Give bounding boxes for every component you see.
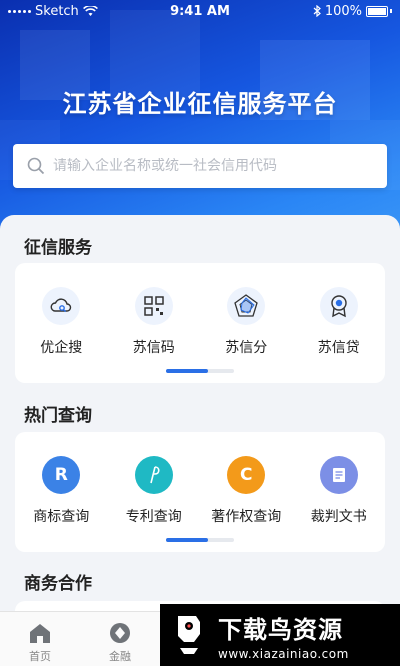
tab-label: 金融	[109, 650, 131, 663]
battery-percent: 100%	[324, 3, 362, 19]
main-content: 征信服务 优企搜 苏信码 苏信分 苏信贷 热门查询 R 商标查询 专利查询 C …	[0, 215, 400, 615]
copyright-icon: C	[227, 456, 266, 494]
trademark-icon: R	[42, 456, 81, 494]
search-input[interactable]	[53, 158, 373, 174]
bird-logo-icon	[178, 616, 200, 654]
search-bar[interactable]	[13, 144, 387, 188]
qr-code-icon	[134, 287, 173, 325]
battery-icon	[366, 5, 388, 17]
battery-cap	[390, 9, 392, 13]
watermark-url: www.xiazainiao.com	[218, 646, 349, 661]
query-item-label: 裁判文书	[310, 509, 367, 525]
radar-chart-icon	[227, 287, 266, 325]
service-item-suxinfen[interactable]: 苏信分	[200, 287, 293, 357]
finance-icon	[110, 623, 130, 643]
document-icon	[319, 456, 358, 494]
watermark-title: 下载鸟资源	[218, 615, 343, 644]
service-item-youqisou[interactable]: 优企搜	[15, 287, 108, 357]
bluetooth-icon	[313, 5, 321, 17]
app-title: 江苏省企业征信服务平台	[62, 90, 338, 118]
query-item-trademark[interactable]: R 商标查询	[15, 456, 108, 526]
service-item-suxinma[interactable]: 苏信码	[108, 287, 201, 357]
page-indicator-active	[166, 538, 208, 542]
tab-label: 首页	[29, 650, 51, 663]
service-item-label: 苏信分	[225, 340, 268, 356]
service-item-label: 优企搜	[40, 340, 83, 356]
search-icon	[27, 157, 45, 175]
query-item-label: 专利查询	[125, 509, 182, 525]
page-indicator	[166, 369, 234, 373]
page-indicator	[166, 538, 234, 542]
tab-home[interactable]: 首页	[0, 612, 80, 666]
query-item-label: 商标查询	[33, 509, 90, 525]
status-time: 9:41 AM	[170, 3, 230, 19]
query-item-copyright[interactable]: C 著作权查询	[200, 456, 293, 526]
signal-icon	[8, 9, 31, 13]
credit-services-card: 优企搜 苏信码 苏信分 苏信贷	[15, 263, 385, 383]
section-title-business-cooperation: 商务合作	[24, 574, 92, 594]
hot-queries-card: R 商标查询 专利查询 C 著作权查询 裁判文书	[15, 432, 385, 552]
query-item-patent[interactable]: 专利查询	[108, 456, 201, 526]
home-icon	[30, 624, 50, 643]
watermark-overlay: 下载鸟资源 www.xiazainiao.com	[160, 604, 400, 666]
hero-banner	[0, 0, 400, 240]
query-item-judgment[interactable]: 裁判文书	[293, 456, 386, 526]
service-item-label: 苏信贷	[317, 340, 360, 356]
cloud-search-icon	[42, 287, 81, 325]
status-bar: Sketch 9:41 AM 100%	[0, 0, 400, 22]
section-title-hot-queries: 热门查询	[24, 406, 92, 426]
medal-icon	[319, 287, 358, 325]
tab-finance[interactable]: 金融	[80, 612, 160, 666]
service-item-suxindai[interactable]: 苏信贷	[293, 287, 386, 357]
carrier-label: Sketch	[35, 3, 79, 19]
page-indicator-active	[166, 369, 208, 373]
query-item-label: 著作权查询	[211, 509, 282, 525]
wifi-icon	[82, 5, 98, 16]
service-item-label: 苏信码	[132, 340, 175, 356]
section-title-credit-services: 征信服务	[24, 238, 92, 258]
patent-icon	[134, 456, 173, 494]
